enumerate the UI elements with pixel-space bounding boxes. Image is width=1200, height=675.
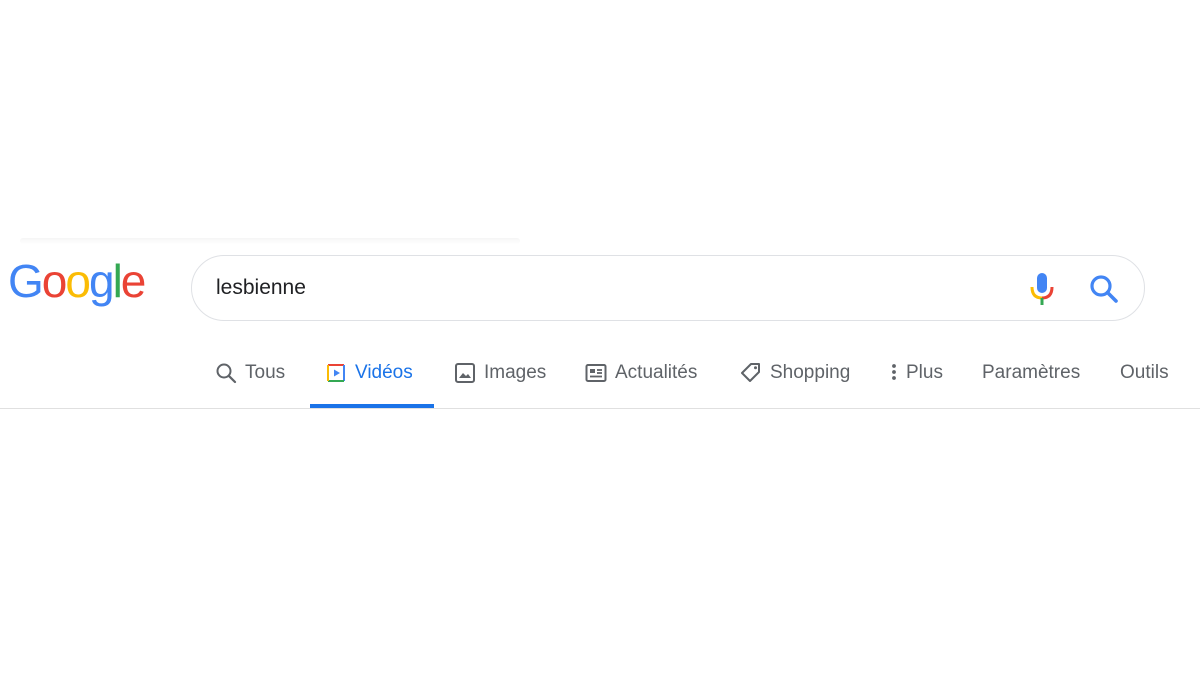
logo-letter: o [41,255,68,307]
logo-letter: g [88,255,115,307]
tab-plus[interactable]: Plus [888,362,943,384]
tab-label: Paramètres [982,362,1081,383]
search-box [191,255,1145,321]
tab-label: Outils [1120,362,1169,383]
tab-actualites[interactable]: Actualités [585,362,697,384]
tab-label: Tous [245,362,286,383]
microphone-icon[interactable] [1027,272,1057,306]
tag-icon [740,362,762,384]
google-logo[interactable]: G o o g l e [8,255,147,307]
google-search-page: G o o g l e lesbienne Tous Vidéos Images… [0,0,1200,675]
tab-outils[interactable]: Outils [1120,362,1169,384]
search-input[interactable] [216,268,996,308]
search-icon [215,362,237,384]
news-icon [585,362,607,384]
tab-images[interactable]: Images [454,362,546,384]
tab-tous[interactable]: Tous [215,362,285,384]
logo-letter: e [120,255,147,307]
tab-videos[interactable]: Vidéos [325,362,413,384]
tab-label: Plus [906,362,943,383]
logo-letter: o [65,255,91,307]
video-icon [325,362,347,384]
header-shadow [20,238,520,244]
logo-letter: l [112,255,123,307]
tab-label: Shopping [770,362,851,383]
image-icon [454,362,476,384]
tabs-divider [0,408,1200,409]
tab-label: Images [484,362,547,383]
tab-label: Actualités [615,362,698,383]
more-vert-icon [888,362,900,384]
logo-letter: G [8,255,44,307]
tab-parametres[interactable]: Paramètres [982,362,1080,384]
tab-shopping[interactable]: Shopping [740,362,850,384]
search-icon[interactable] [1088,273,1120,305]
tab-label: Vidéos [355,362,413,383]
search-tabs: Tous Vidéos Images Actualités Shopping P… [0,352,1200,409]
